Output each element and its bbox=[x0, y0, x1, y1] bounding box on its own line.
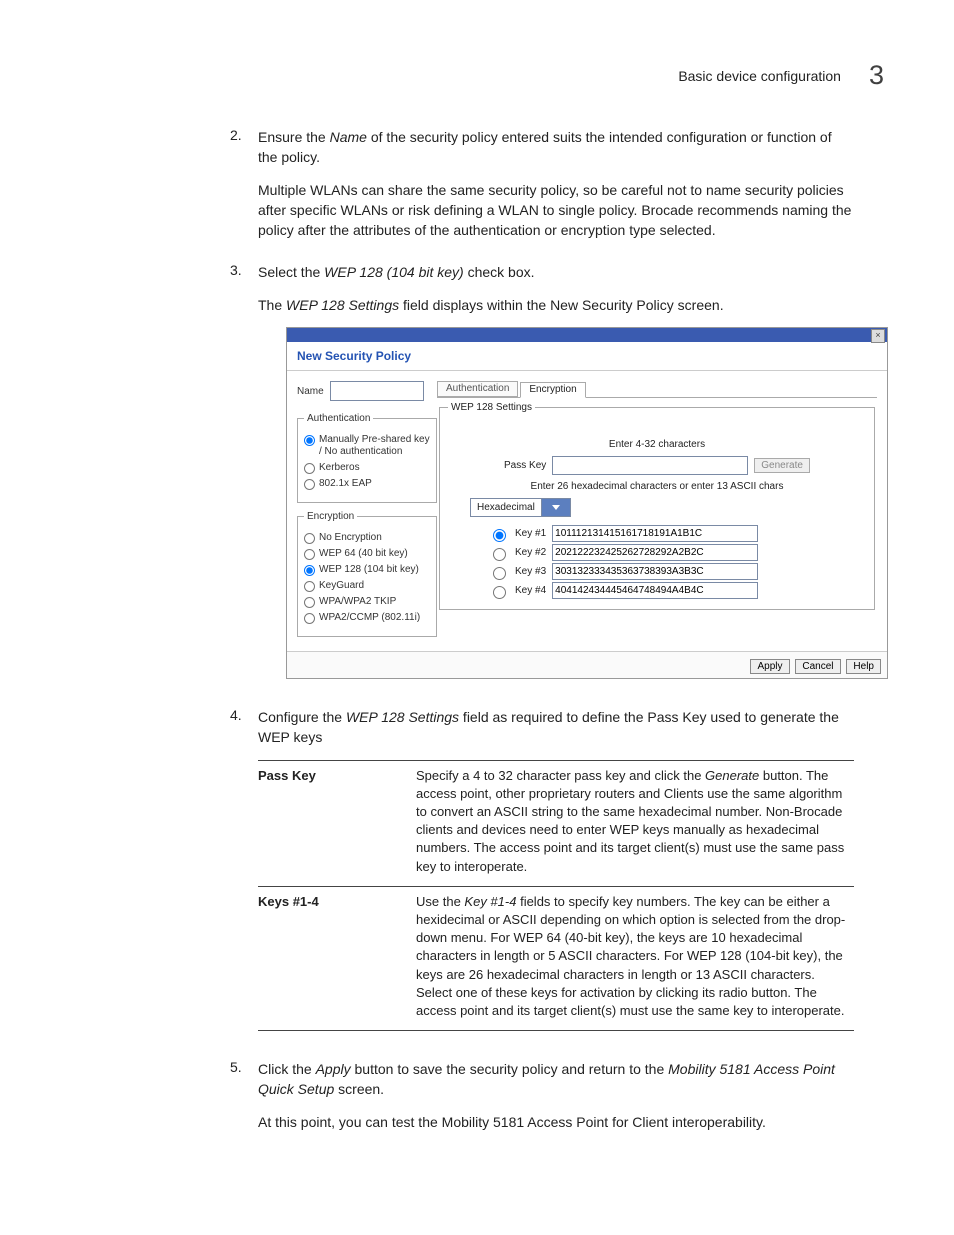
def-keys-label: Keys #1-4 bbox=[258, 886, 416, 1030]
authentication-fieldset: Authentication Manually Pre-shared key /… bbox=[297, 413, 437, 503]
wep-settings-legend: WEP 128 Settings bbox=[448, 402, 535, 413]
cancel-button[interactable]: Cancel bbox=[795, 659, 840, 674]
enc-radio-wpa2ccmp[interactable] bbox=[304, 613, 315, 624]
authentication-legend: Authentication bbox=[304, 413, 373, 424]
key-radio-3[interactable] bbox=[493, 567, 506, 580]
close-icon[interactable]: × bbox=[871, 329, 885, 343]
def-passkey-label: Pass Key bbox=[258, 760, 416, 886]
step-3-text: Select the WEP 128 (104 bit key) check b… bbox=[258, 262, 888, 282]
enc-radio-wpatkip[interactable] bbox=[304, 597, 315, 608]
key-input-1[interactable] bbox=[552, 525, 758, 542]
window-titlebar: × bbox=[287, 328, 887, 342]
definition-table: Pass Key Specify a 4 to 32 character pas… bbox=[258, 760, 854, 1031]
enc-radio-wep128[interactable] bbox=[304, 565, 315, 576]
format-dropdown-value: Hexadecimal bbox=[471, 502, 541, 513]
enc-radio-wep64[interactable] bbox=[304, 549, 315, 560]
auth-radio-kerberos[interactable] bbox=[304, 463, 315, 474]
format-dropdown[interactable]: Hexadecimal bbox=[470, 498, 571, 517]
enc-label-none: No Encryption bbox=[319, 532, 382, 544]
step-number-3: 3. bbox=[230, 262, 258, 697]
key-label-1: Key #1 bbox=[515, 528, 546, 539]
dialog-footer: Apply Cancel Help bbox=[287, 651, 887, 678]
key-label-3: Key #3 bbox=[515, 566, 546, 577]
enc-label-keyguard: KeyGuard bbox=[319, 580, 364, 592]
step-2-sub: Multiple WLANs can share the same securi… bbox=[258, 180, 854, 241]
auth-label-eap: 802.1x EAP bbox=[319, 478, 372, 490]
dialog-title: New Security Policy bbox=[287, 342, 887, 371]
enc-label-wep128: WEP 128 (104 bit key) bbox=[319, 564, 419, 576]
encryption-fieldset: Encryption No Encryption WEP 64 (40 bit … bbox=[297, 511, 437, 637]
auth-label-kerberos: Kerberos bbox=[319, 462, 360, 474]
def-keys-text: Use the Key #1-4 fields to specify key n… bbox=[416, 886, 854, 1030]
auth-label-manual: Manually Pre-shared key / No authenticat… bbox=[319, 434, 430, 458]
key-input-3[interactable] bbox=[552, 563, 758, 580]
chevron-down-icon bbox=[541, 499, 570, 516]
enc-label-wpatkip: WPA/WPA2 TKIP bbox=[319, 596, 396, 608]
key-radio-2[interactable] bbox=[493, 548, 506, 561]
key-radio-4[interactable] bbox=[493, 586, 506, 599]
auth-radio-eap[interactable] bbox=[304, 479, 315, 490]
key-label-2: Key #2 bbox=[515, 547, 546, 558]
encryption-legend: Encryption bbox=[304, 511, 357, 522]
chapter-number: 3 bbox=[869, 60, 884, 91]
enc-label-wpa2ccmp: WPA2/CCMP (802.11i) bbox=[319, 612, 420, 624]
tab-bar: Authentication Encryption bbox=[437, 381, 877, 398]
passkey-input[interactable] bbox=[552, 456, 748, 475]
auth-radio-manual[interactable] bbox=[304, 435, 315, 446]
enc-radio-keyguard[interactable] bbox=[304, 581, 315, 592]
step-2-text: Ensure the Name of the security policy e… bbox=[258, 127, 854, 168]
section-title: Basic device configuration bbox=[678, 68, 841, 84]
page-header: Basic device configuration 3 bbox=[70, 60, 884, 91]
tab-authentication[interactable]: Authentication bbox=[437, 381, 518, 397]
name-label: Name bbox=[297, 386, 324, 397]
apply-button[interactable]: Apply bbox=[750, 659, 789, 674]
step-4-text: Configure the WEP 128 Settings field as … bbox=[258, 707, 854, 748]
screenshot-panel: × New Security Policy Name bbox=[286, 327, 888, 679]
step-3-sub: The WEP 128 Settings field displays with… bbox=[258, 295, 888, 315]
step-number-5: 5. bbox=[230, 1059, 258, 1144]
name-input[interactable] bbox=[330, 381, 424, 401]
key-input-4[interactable] bbox=[552, 582, 758, 599]
passkey-label: Pass Key bbox=[504, 460, 546, 471]
wep-settings-fieldset: WEP 128 Settings Enter 4-32 characters P… bbox=[439, 402, 875, 610]
enc-radio-none[interactable] bbox=[304, 533, 315, 544]
step-5-sub: At this point, you can test the Mobility… bbox=[258, 1112, 854, 1132]
key-input-2[interactable] bbox=[552, 544, 758, 561]
def-passkey-text: Specify a 4 to 32 character pass key and… bbox=[416, 760, 854, 886]
key-radio-1[interactable] bbox=[493, 529, 506, 542]
step-number-4: 4. bbox=[230, 707, 258, 1049]
enc-label-wep64: WEP 64 (40 bit key) bbox=[319, 548, 408, 560]
help-button[interactable]: Help bbox=[846, 659, 881, 674]
step-number-2: 2. bbox=[230, 127, 258, 252]
key-label-4: Key #4 bbox=[515, 585, 546, 596]
passkey-hint: Enter 4-32 characters bbox=[448, 439, 866, 450]
hex-note: Enter 26 hexadecimal characters or enter… bbox=[448, 481, 866, 492]
generate-button[interactable]: Generate bbox=[754, 458, 810, 473]
tab-encryption[interactable]: Encryption bbox=[520, 382, 585, 398]
step-5-text: Click the Apply button to save the secur… bbox=[258, 1059, 854, 1100]
